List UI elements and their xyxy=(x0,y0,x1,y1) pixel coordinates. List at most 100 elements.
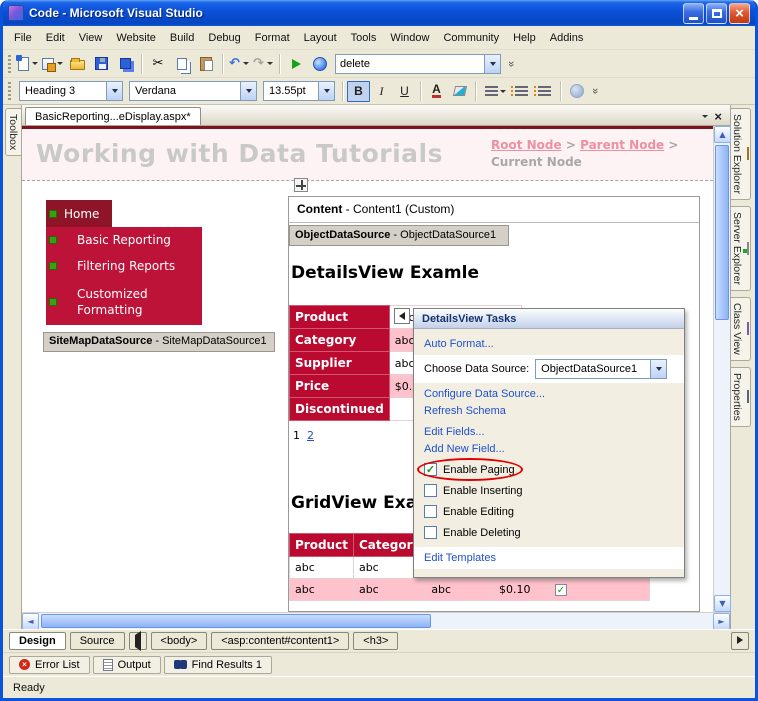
source-view-tab[interactable]: Source xyxy=(69,632,125,650)
minimize-button[interactable] xyxy=(683,2,704,24)
edit-fields-link[interactable]: Edit Fields... xyxy=(424,426,674,438)
menu-build[interactable]: Build xyxy=(163,29,201,47)
menu-view[interactable]: View xyxy=(72,29,110,47)
menu-debug[interactable]: Debug xyxy=(201,29,247,47)
checkbox-unchecked[interactable] xyxy=(424,505,437,518)
toolbar-grip[interactable] xyxy=(8,54,11,73)
tag-nav-right-button[interactable] xyxy=(731,632,749,650)
paste-button[interactable] xyxy=(194,53,218,75)
find-results-tab[interactable]: Find Results 1 xyxy=(163,655,272,674)
start-debug-button[interactable] xyxy=(284,53,308,75)
undo-button[interactable]: ↶ xyxy=(227,53,251,75)
combo-arrow-button[interactable] xyxy=(240,82,256,100)
checkbox-unchecked[interactable] xyxy=(424,484,437,497)
underline-button[interactable]: U xyxy=(393,81,416,102)
tag-body[interactable]: <body> xyxy=(150,632,208,650)
close-document-button[interactable]: × xyxy=(714,110,722,123)
find-input[interactable] xyxy=(336,57,484,70)
checkbox-checked[interactable]: ✓ xyxy=(424,463,437,476)
paste-icon xyxy=(200,56,213,71)
tab-label: Server Explorer xyxy=(731,211,743,285)
move-handle-icon[interactable] xyxy=(294,178,308,192)
menu-community[interactable]: Community xyxy=(436,29,506,47)
smart-tag-button[interactable] xyxy=(394,308,410,324)
font-size-combo[interactable]: 13.55pt xyxy=(263,81,335,101)
font-combo[interactable]: Verdana xyxy=(129,81,257,101)
bullet-list-button[interactable] xyxy=(533,81,556,102)
solution-explorer-tab[interactable]: Solution Explorer xyxy=(731,108,751,200)
design-view-tab[interactable]: Design xyxy=(9,632,66,650)
refresh-schema-link[interactable]: Refresh Schema xyxy=(424,405,674,417)
bold-button[interactable]: B xyxy=(347,80,370,102)
checkbox-unchecked[interactable] xyxy=(424,526,437,539)
menu-window[interactable]: Window xyxy=(383,29,436,47)
properties-tab[interactable]: Properties xyxy=(731,366,751,427)
scroll-right-button[interactable]: ► xyxy=(713,613,730,630)
combo-arrow-button[interactable] xyxy=(484,54,500,73)
italic-button[interactable]: I xyxy=(370,81,393,102)
combo-arrow-button[interactable] xyxy=(106,82,122,100)
menu-file[interactable]: File xyxy=(7,29,39,47)
toolbar-overflow-chevron[interactable]: » xyxy=(505,60,517,66)
add-new-field-link[interactable]: Add New Field... xyxy=(424,443,674,455)
hyperlink-button[interactable] xyxy=(565,81,588,102)
server-explorer-tab[interactable]: Server Explorer xyxy=(731,205,751,291)
enable-inserting-checkbox-row[interactable]: Enable Inserting xyxy=(424,484,674,497)
menu-tools[interactable]: Tools xyxy=(344,29,384,47)
menu-addins[interactable]: Addins xyxy=(543,29,591,47)
new-file-button[interactable] xyxy=(16,53,40,75)
menu-layout[interactable]: Layout xyxy=(297,29,344,47)
scrollbar-thumb[interactable] xyxy=(41,614,431,628)
design-surface[interactable]: Working with Data Tutorials Root Node > … xyxy=(22,126,713,612)
enable-deleting-checkbox-row[interactable]: Enable Deleting xyxy=(424,526,674,539)
menu-website[interactable]: Website xyxy=(109,29,163,47)
scroll-left-button[interactable]: ◄ xyxy=(22,613,39,630)
horizontal-scrollbar[interactable]: ◄ ► xyxy=(22,612,730,630)
close-button[interactable]: × xyxy=(729,2,750,24)
vertical-scrollbar[interactable]: ▲ ▼ xyxy=(713,126,731,612)
browse-button[interactable] xyxy=(308,53,332,75)
document-list-dropdown[interactable] xyxy=(702,115,709,118)
tag-nav-left-button[interactable] xyxy=(128,631,147,651)
data-source-select[interactable]: ObjectDataSource1 xyxy=(535,359,668,379)
output-tab[interactable]: Output xyxy=(92,655,161,674)
view-switch-bar: Design Source <body> <asp:content#conten… xyxy=(3,629,755,652)
edit-templates-link[interactable]: Edit Templates xyxy=(414,547,684,569)
standard-toolbar: ✂ ↶ ↷ » xyxy=(3,50,755,78)
auto-format-link[interactable]: Auto Format... xyxy=(424,338,674,350)
vs-app-icon[interactable] xyxy=(8,5,24,21)
enable-editing-checkbox-row[interactable]: Enable Editing xyxy=(424,505,674,518)
toolbar-grip[interactable] xyxy=(8,82,11,100)
document-tab[interactable]: BasicReporting...eDisplay.aspx* xyxy=(25,107,201,125)
menu-help[interactable]: Help xyxy=(506,29,543,47)
nav-item-basic-reporting: Basic Reporting xyxy=(46,227,202,253)
scroll-down-button[interactable]: ▼ xyxy=(714,595,731,612)
find-combo[interactable] xyxy=(335,53,501,74)
combo-arrow-button[interactable] xyxy=(318,82,334,100)
menu-format[interactable]: Format xyxy=(248,29,297,47)
scrollbar-thumb[interactable] xyxy=(715,145,729,320)
toolbar-overflow-chevron[interactable]: » xyxy=(589,88,601,94)
redo-button[interactable]: ↷ xyxy=(251,53,275,75)
combo-arrow-button[interactable] xyxy=(650,360,667,378)
cut-button[interactable]: ✂ xyxy=(146,53,170,75)
font-color-button[interactable]: A xyxy=(425,81,448,102)
highlight-button[interactable] xyxy=(448,81,471,102)
tag-asp-content[interactable]: <asp:content#content1> xyxy=(211,632,350,650)
tag-h3[interactable]: <h3> xyxy=(353,632,399,650)
maximize-button[interactable] xyxy=(706,2,727,24)
add-item-button[interactable] xyxy=(40,53,65,75)
align-button[interactable] xyxy=(480,81,510,102)
style-combo[interactable]: Heading 3 xyxy=(19,81,123,101)
save-all-button[interactable] xyxy=(113,53,137,75)
scroll-up-button[interactable]: ▲ xyxy=(714,126,731,143)
numbered-list-button[interactable] xyxy=(510,81,533,102)
configure-data-source-link[interactable]: Configure Data Source... xyxy=(424,388,674,400)
save-button[interactable] xyxy=(89,53,113,75)
menu-edit[interactable]: Edit xyxy=(39,29,72,47)
error-list-tab[interactable]: × Error List xyxy=(9,655,90,674)
class-view-tab[interactable]: Class View xyxy=(731,296,751,361)
enable-paging-checkbox-row[interactable]: ✓ Enable Paging xyxy=(417,458,674,481)
open-file-button[interactable] xyxy=(65,53,89,75)
copy-button[interactable] xyxy=(170,53,194,75)
